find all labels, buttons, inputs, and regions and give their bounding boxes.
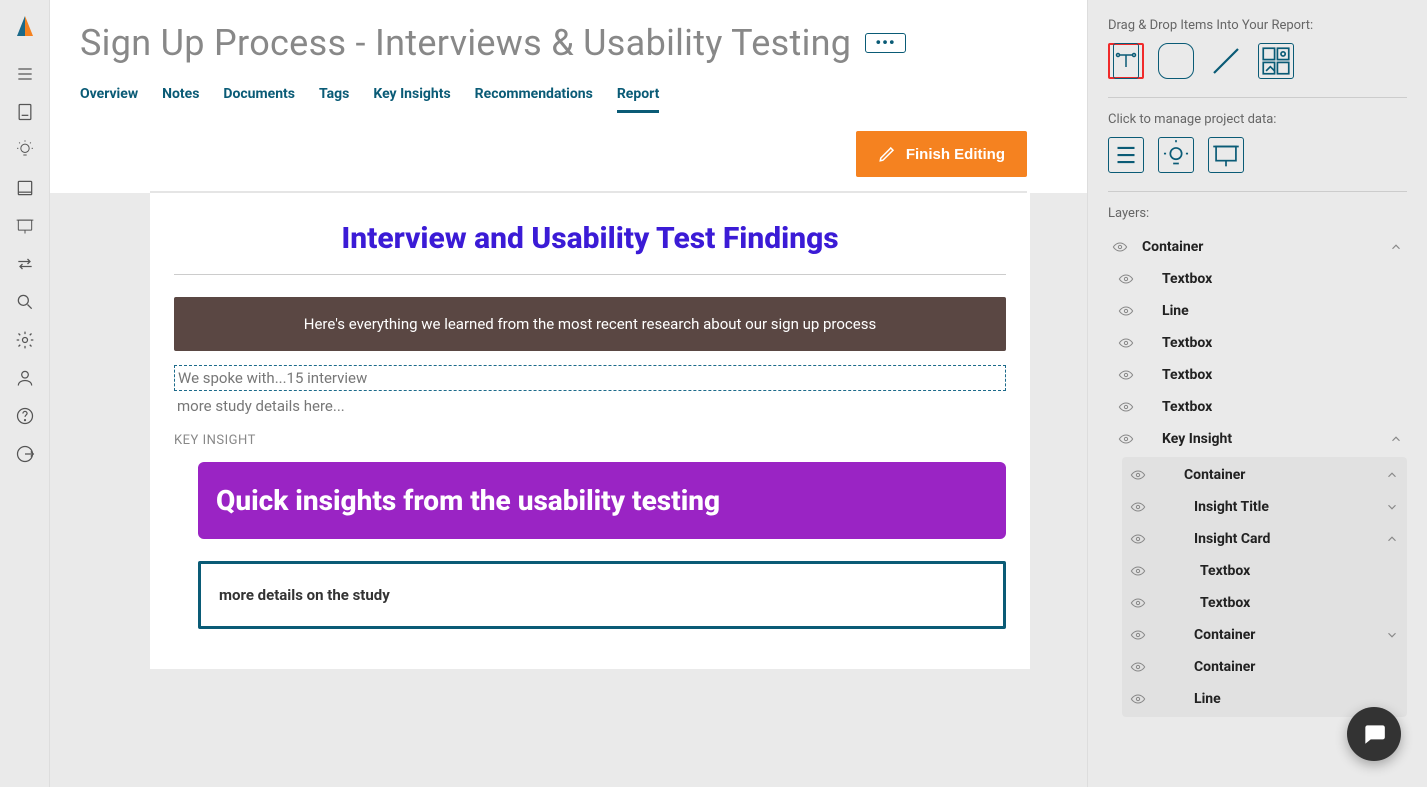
chevron-up-icon[interactable]	[1389, 432, 1403, 446]
document-icon[interactable]	[15, 102, 35, 122]
app-logo[interactable]	[13, 14, 37, 38]
nav-tabs: Overview Notes Documents Tags Key Insigh…	[50, 86, 1087, 113]
logout-icon[interactable]	[15, 444, 35, 464]
lightbulb-icon[interactable]	[15, 140, 35, 160]
tab-recommendations[interactable]: Recommendations	[475, 86, 593, 113]
eye-icon	[1130, 531, 1146, 547]
insert-tools-row	[1108, 43, 1407, 79]
layer-key-insight[interactable]: Key Insight	[1108, 423, 1407, 455]
book-icon[interactable]	[15, 178, 35, 198]
chevron-down-icon[interactable]	[1385, 500, 1399, 514]
finish-editing-label: Finish Editing	[906, 146, 1005, 163]
chevron-up-icon[interactable]	[1389, 240, 1403, 254]
eye-icon	[1118, 335, 1134, 351]
layer-line[interactable]: Line	[1108, 295, 1407, 327]
eye-icon	[1130, 563, 1146, 579]
layer-textbox[interactable]: Textbox	[1126, 587, 1403, 619]
eye-icon	[1130, 627, 1146, 643]
list-tool-icon	[1109, 138, 1143, 172]
chat-icon	[1361, 721, 1387, 747]
insert-text-tool[interactable]	[1108, 43, 1144, 79]
chevron-down-icon[interactable]	[1385, 628, 1399, 642]
tab-report[interactable]: Report	[617, 86, 660, 113]
line-icon	[1208, 43, 1244, 79]
layer-textbox[interactable]: Textbox	[1108, 391, 1407, 423]
tab-tags[interactable]: Tags	[319, 86, 349, 113]
eye-icon	[1130, 595, 1146, 611]
manage-tools-row	[1108, 137, 1407, 173]
insight-title-box[interactable]: Quick insights from the usability testin…	[198, 462, 1006, 539]
tab-overview[interactable]: Overview	[80, 86, 138, 113]
tab-notes[interactable]: Notes	[162, 86, 199, 113]
intro-banner[interactable]: Here's everything we learned from the mo…	[174, 297, 1006, 351]
main-content: Sign Up Process - Interviews & Usability…	[50, 0, 1087, 787]
manage-data-label: Click to manage project data:	[1108, 112, 1407, 127]
eye-icon	[1130, 659, 1146, 675]
key-insight-label: KEY INSIGHT	[174, 433, 1006, 448]
layers-panel: Container Textbox Line Textbox Textbox T…	[1108, 231, 1407, 717]
presentation-tool-icon	[1209, 138, 1243, 172]
insert-line-tool[interactable]	[1208, 43, 1244, 79]
left-nav-rail	[0, 0, 50, 787]
report-title[interactable]: Interview and Usability Test Findings	[174, 221, 1006, 256]
pencil-icon	[878, 145, 896, 163]
insert-container-tool[interactable]	[1158, 43, 1194, 79]
study-summary-line-1[interactable]: We spoke with...15 interview	[174, 365, 1006, 391]
tab-key-insights[interactable]: Key Insights	[373, 86, 450, 113]
study-summary-line-2[interactable]: more study details here...	[174, 397, 1006, 415]
gear-icon[interactable]	[15, 330, 35, 350]
layer-insight-title[interactable]: Insight Title	[1126, 491, 1403, 523]
finish-editing-button[interactable]: Finish Editing	[856, 131, 1027, 177]
eye-icon	[1118, 431, 1134, 447]
text-icon	[1114, 49, 1138, 73]
presentation-icon[interactable]	[15, 216, 35, 236]
lightbulb-tool-icon	[1159, 138, 1193, 172]
list-icon[interactable]	[15, 64, 35, 84]
drag-drop-label: Drag & Drop Items Into Your Report:	[1108, 18, 1407, 33]
layer-textbox[interactable]: Textbox	[1126, 555, 1403, 587]
eye-icon	[1130, 499, 1146, 515]
layers-label: Layers:	[1108, 206, 1407, 221]
layer-container[interactable]: Container	[1126, 619, 1403, 651]
search-icon[interactable]	[15, 292, 35, 312]
manage-insights-tool[interactable]	[1158, 137, 1194, 173]
insight-detail-box[interactable]: more details on the study	[198, 561, 1006, 629]
layer-container[interactable]: Container	[1126, 651, 1403, 683]
right-sidebar: Drag & Drop Items Into Your Report: Clic…	[1087, 0, 1427, 787]
manage-list-tool[interactable]	[1108, 137, 1144, 173]
eye-icon	[1112, 239, 1128, 255]
layer-textbox[interactable]: Textbox	[1108, 263, 1407, 295]
eye-icon	[1130, 467, 1146, 483]
report-canvas: Interview and Usability Test Findings He…	[150, 193, 1030, 669]
eye-icon	[1118, 271, 1134, 287]
layer-textbox[interactable]: Textbox	[1108, 327, 1407, 359]
report-canvas-scroll[interactable]: Interview and Usability Test Findings He…	[50, 193, 1087, 787]
report-divider	[174, 274, 1006, 275]
layer-nested-group: Container Insight Title Insight Card Tex…	[1122, 457, 1407, 717]
eye-icon	[1118, 303, 1134, 319]
eye-icon	[1118, 367, 1134, 383]
transfer-icon[interactable]	[15, 254, 35, 274]
layer-container[interactable]: Container	[1126, 459, 1403, 491]
chat-widget-button[interactable]	[1347, 707, 1401, 761]
more-actions-button[interactable]: •••	[865, 33, 905, 53]
layer-insight-card[interactable]: Insight Card	[1126, 523, 1403, 555]
eye-icon	[1130, 691, 1146, 707]
chevron-up-icon[interactable]	[1385, 468, 1399, 482]
chevron-up-icon[interactable]	[1385, 532, 1399, 546]
layer-container[interactable]: Container	[1108, 231, 1407, 263]
insert-media-tool[interactable]	[1258, 43, 1294, 79]
manage-presentation-tool[interactable]	[1208, 137, 1244, 173]
user-icon[interactable]	[15, 368, 35, 388]
help-icon[interactable]	[15, 406, 35, 426]
tab-documents[interactable]: Documents	[223, 86, 295, 113]
page-title: Sign Up Process - Interviews & Usability…	[80, 22, 851, 64]
media-grid-icon	[1259, 44, 1293, 78]
eye-icon	[1118, 399, 1134, 415]
layer-textbox[interactable]: Textbox	[1108, 359, 1407, 391]
title-bar: Sign Up Process - Interviews & Usability…	[50, 0, 1087, 74]
